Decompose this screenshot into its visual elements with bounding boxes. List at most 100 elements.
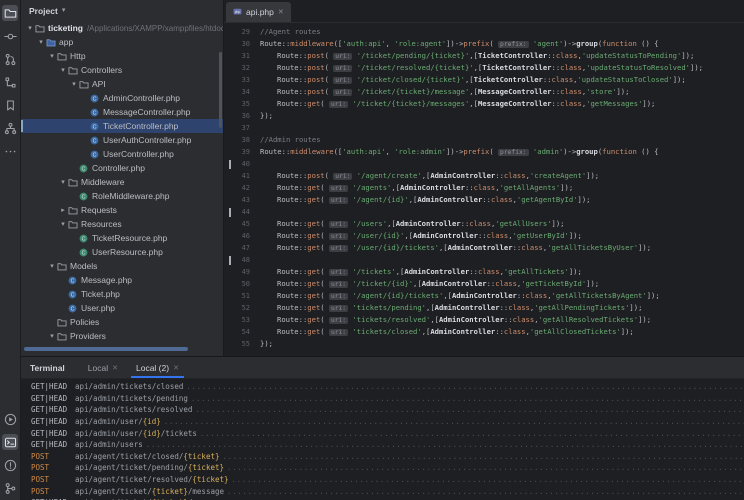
project-icon[interactable] (2, 5, 18, 21)
tree-row[interactable]: ▾Controllers (21, 63, 223, 77)
folder-icon (79, 80, 91, 89)
tree-row[interactable]: CTicketController.php (21, 119, 223, 133)
tree-row[interactable]: CMessageController.php (21, 105, 223, 119)
terminal-tabs: Local✕Local (2)✕ (79, 357, 188, 378)
chevron-down-icon[interactable]: ▾ (62, 7, 66, 14)
tree-row[interactable]: ▾Http (21, 49, 223, 63)
tree-row[interactable]: CMessage.php (21, 273, 223, 287)
vertical-scrollbar[interactable] (219, 52, 222, 128)
tree-row[interactable]: CUserResource.php (21, 245, 223, 259)
code-line[interactable]: 53Route::get( uri: 'tickets/resolved',[A… (224, 314, 744, 326)
project-panel-header[interactable]: Project ▾ (21, 0, 223, 21)
code-line[interactable]: 55}); (224, 338, 744, 350)
code-line[interactable]: 41Route::post( uri: '/agent/create',[Adm… (224, 170, 744, 182)
parameter-hint: uri: (333, 65, 352, 72)
code-line[interactable]: 52Route::get( uri: 'tickets/pending',[Ad… (224, 302, 744, 314)
code-line[interactable]: 46Route::get( uri: '/user/{id}',[AdminCo… (224, 230, 744, 242)
tree-row[interactable]: ▾Middleware (21, 175, 223, 189)
code-line[interactable]: 48 (224, 254, 744, 266)
git-icon[interactable] (2, 480, 18, 496)
chevron-down-icon[interactable]: ▾ (58, 67, 68, 74)
horizontal-scrollbar[interactable] (24, 347, 188, 351)
code-line[interactable]: 40 (224, 158, 744, 170)
tree-row[interactable]: ▾API (21, 77, 223, 91)
close-icon[interactable]: ✕ (173, 364, 179, 372)
tree-row[interactable]: CRoleMiddleware.php (21, 189, 223, 203)
code-area[interactable]: 29//Agent routes30Route::middleware(['au… (224, 23, 744, 356)
code-line[interactable]: 39Route::middleware(['auth:api', 'role:a… (224, 146, 744, 158)
code-line[interactable]: 38//Admin routes (224, 134, 744, 146)
code-segment: 'getAllTickets' (504, 267, 569, 276)
code-line[interactable]: 34Route::post( uri: '/ticket/{ticket}/me… (224, 86, 744, 98)
editor-tab-api-php[interactable]: php api.php ✕ (226, 2, 291, 22)
bookmarks-icon[interactable] (2, 97, 18, 113)
chevron-down-icon[interactable]: ▾ (47, 333, 57, 340)
code-line[interactable]: 42Route::get( uri: '/agents',[AdminContr… (224, 182, 744, 194)
code-line[interactable]: 51Route::get( uri: '/agent/{id}/tickets'… (224, 290, 744, 302)
chevron-down-icon[interactable]: ▾ (58, 179, 68, 186)
tree-row[interactable]: ▾Resources (21, 217, 223, 231)
tree-row[interactable]: CUser.php (21, 301, 223, 315)
code-line[interactable]: 37 (224, 122, 744, 134)
tree-row[interactable]: CTicket.php (21, 287, 223, 301)
code-segment: :: (517, 291, 526, 300)
code-line[interactable]: 30Route::middleware(['auth:api', 'role:a… (224, 38, 744, 50)
code-line[interactable]: 35Route::get( uri: '/ticket/{ticket}/mes… (224, 98, 744, 110)
tree-row[interactable]: CUserAuthController.php (21, 133, 223, 147)
code-line[interactable]: 36}); (224, 110, 744, 122)
chevron-down-icon[interactable]: ▾ (47, 263, 57, 270)
chevron-down-icon[interactable]: ▾ (36, 39, 46, 46)
class-icon: C (79, 164, 91, 173)
code-segment: AdminController (396, 219, 461, 228)
dot-leader: ........................................… (200, 429, 744, 438)
terminal-row: POSTapi/agent/ticket/pending/{ticket}...… (31, 462, 744, 474)
chevron-down-icon[interactable]: ▾ (25, 25, 35, 32)
terminal-output[interactable]: GET|HEADapi/admin/tickets/closed........… (21, 379, 744, 500)
terminal-row: POSTapi/agent/ticket/{ticket}/message...… (31, 485, 744, 497)
chevron-down-icon[interactable]: ▾ (47, 53, 57, 60)
tree-row[interactable]: CTicketResource.php (21, 231, 223, 245)
structure-icon[interactable] (2, 74, 18, 90)
terminal-tab-2[interactable]: Local (2)✕ (127, 357, 188, 378)
problems-icon[interactable] (2, 457, 18, 473)
route-path: api/admin/users (75, 440, 143, 449)
terminal-row: POSTapi/agent/ticket/resolved/{ticket}..… (31, 474, 744, 486)
code-text: Route::post( uri: '/agent/create',[Admin… (260, 170, 744, 182)
svg-text:C: C (93, 138, 97, 144)
code-line[interactable]: 43Route::get( uri: '/agent/{id}',[AdminC… (224, 194, 744, 206)
tree-row[interactable]: ▾ticketing/Applications/XAMPP/xamppfiles… (21, 21, 223, 35)
code-line[interactable]: 33Route::post( uri: '/ticket/closed/{tic… (224, 74, 744, 86)
code-segment: Route:: (277, 195, 307, 204)
commit-icon[interactable] (2, 28, 18, 44)
close-icon[interactable]: ✕ (278, 8, 284, 16)
tree-row[interactable]: ▾Providers (21, 329, 223, 343)
tree-row[interactable]: CAdminController.php (21, 91, 223, 105)
tree-row[interactable]: ▾Models (21, 259, 223, 273)
code-line[interactable]: 50Route::get( uri: '/ticket/{id}',[Admin… (224, 278, 744, 290)
hierarchy-icon[interactable] (2, 120, 18, 136)
code-segment: ( (320, 195, 329, 204)
tree-row[interactable]: ▾app (21, 35, 223, 49)
run-icon[interactable] (2, 411, 18, 427)
code-line[interactable]: 45Route::get( uri: '/users',[AdminContro… (224, 218, 744, 230)
code-line[interactable]: 49Route::get( uri: '/tickets',[AdminCont… (224, 266, 744, 278)
pull-requests-icon[interactable] (2, 51, 18, 67)
close-icon[interactable]: ✕ (112, 364, 118, 372)
tree-row[interactable]: CUserController.php (21, 147, 223, 161)
svg-text:C: C (71, 306, 75, 312)
code-line[interactable]: 29//Agent routes (224, 26, 744, 38)
chevron-down-icon[interactable]: ▾ (58, 221, 68, 228)
code-line[interactable]: 44 (224, 206, 744, 218)
terminal-tab-1[interactable]: Local✕ (79, 357, 127, 378)
code-line[interactable]: 47Route::get( uri: '/user/{id}/tickets',… (224, 242, 744, 254)
terminal-icon[interactable] (2, 434, 18, 450)
tree-row[interactable]: Policies (21, 315, 223, 329)
code-line[interactable]: 54Route::get( uri: 'tickets/closed',[Adm… (224, 326, 744, 338)
chevron-right-icon[interactable]: ▸ (58, 207, 68, 214)
code-line[interactable]: 32Route::post( uri: '/ticket/resolved/{t… (224, 62, 744, 74)
tree-row[interactable]: CController.php (21, 161, 223, 175)
more-icon[interactable] (2, 143, 18, 159)
tree-row[interactable]: ▸Requests (21, 203, 223, 217)
chevron-down-icon[interactable]: ▾ (69, 81, 79, 88)
code-line[interactable]: 31Route::post( uri: '/ticket/pending/{ti… (224, 50, 744, 62)
